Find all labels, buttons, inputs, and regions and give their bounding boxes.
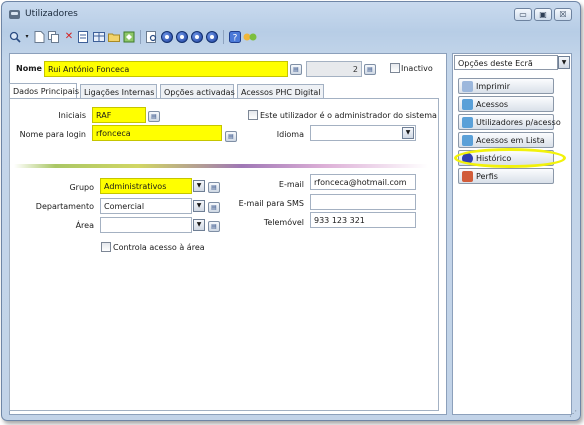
tab-ligacoes-internas[interactable]: Ligações Internas: [80, 84, 157, 99]
options-dropdown-icon[interactable]: ▼: [558, 56, 570, 69]
users-access-button[interactable]: Utilizadores p/acesso: [458, 114, 561, 130]
new-document-icon[interactable]: [32, 30, 46, 44]
name-lookup-icon[interactable]: ▤: [290, 64, 302, 75]
email-field[interactable]: rfonceca@hotmail.com: [310, 174, 416, 190]
access-list-label: Acessos em Lista: [476, 135, 545, 145]
sms-label: E-mail para SMS: [238, 199, 304, 208]
area-label: Área: [75, 221, 94, 230]
tab-panel-dados-principais: [9, 98, 439, 411]
history-highlight-ellipse: [454, 148, 566, 168]
admin-checkbox[interactable]: [248, 110, 258, 120]
users-access-icon: [462, 116, 473, 128]
refresh-icon[interactable]: [122, 30, 136, 44]
email-label: E-mail: [278, 180, 304, 189]
access-icon: [462, 98, 473, 110]
area-field[interactable]: [100, 217, 192, 233]
area-dropdown-icon[interactable]: ▼: [193, 219, 205, 231]
language-label: Idioma: [276, 130, 304, 139]
options-select[interactable]: Opções deste Ecrã: [454, 55, 558, 70]
group-field[interactable]: Administrativos: [100, 178, 192, 194]
department-lookup-icon[interactable]: ▤: [208, 202, 220, 213]
initials-field[interactable]: RAF: [92, 107, 146, 123]
department-label: Departamento: [35, 202, 94, 211]
language-dropdown-icon[interactable]: ▼: [402, 127, 414, 139]
tab-opcoes-activadas[interactable]: Opções activadas: [160, 84, 235, 99]
folder-icon[interactable]: [107, 30, 121, 44]
area-control-label: Controla acesso à área: [113, 243, 205, 252]
inactive-label: Inactivo: [401, 64, 433, 73]
initials-label: Iniciais: [58, 111, 86, 120]
preview-icon[interactable]: [145, 30, 159, 44]
utilizadores-window: Utilizadores ▭ ▣ ☒ ▾ ✕ ? Nome Rui Antóni…: [1, 1, 581, 421]
sms-email-field[interactable]: [310, 194, 416, 210]
minimize-button[interactable]: ▭: [514, 8, 532, 21]
department-field[interactable]: Comercial: [100, 198, 192, 214]
edit-icon[interactable]: [77, 30, 91, 44]
toolbar-separator: [140, 30, 141, 44]
tab-dados-principais[interactable]: Dados Principais: [9, 83, 79, 99]
exit-icon[interactable]: [243, 30, 257, 44]
profiles-label: Perfis: [476, 171, 498, 181]
tab-acessos-phc-digital[interactable]: Acessos PHC Digital: [237, 84, 324, 99]
inactive-checkbox[interactable]: [390, 63, 400, 73]
area-lookup-icon[interactable]: ▤: [208, 221, 220, 232]
mobile-label: Telemóvel: [263, 218, 304, 227]
access-list-button[interactable]: Acessos em Lista: [458, 132, 554, 148]
previous-icon[interactable]: [175, 30, 189, 44]
resize-grip[interactable]: ⋰: [569, 409, 577, 418]
copy-icon[interactable]: [47, 30, 61, 44]
initials-lookup-icon[interactable]: ▤: [148, 111, 160, 122]
language-select[interactable]: [310, 125, 416, 141]
mobile-field[interactable]: 933 123 321: [310, 212, 416, 228]
last-icon[interactable]: [205, 30, 219, 44]
options-side-panel: Opções deste Ecrã ▼ Imprimir Acessos Uti…: [452, 53, 572, 415]
next-icon[interactable]: [190, 30, 204, 44]
group-label: Grupo: [69, 183, 94, 192]
title-bar: Utilizadores ▭ ▣ ☒: [2, 2, 580, 26]
login-field[interactable]: rfonceca: [92, 125, 222, 141]
access-label: Acessos: [476, 99, 509, 109]
grid-icon[interactable]: [92, 30, 106, 44]
print-label: Imprimir: [476, 81, 511, 91]
number-lookup-icon[interactable]: ▤: [364, 64, 376, 75]
access-list-icon: [462, 134, 473, 146]
toolbar: ▾ ✕ ?: [8, 28, 257, 46]
first-icon[interactable]: [160, 30, 174, 44]
admin-label: Este utilizador é o administrador do sis…: [260, 111, 437, 120]
search-dropdown-icon[interactable]: ▾: [23, 30, 31, 44]
group-lookup-icon[interactable]: ▤: [208, 182, 220, 193]
name-label: Nome: [16, 64, 42, 73]
window-title: Utilizadores: [25, 9, 78, 19]
user-number-field[interactable]: 2: [306, 61, 362, 77]
search-icon[interactable]: [8, 30, 22, 44]
toolbar-separator: [223, 30, 224, 44]
login-lookup-icon[interactable]: ▤: [225, 131, 237, 142]
section-divider: [14, 164, 428, 168]
profiles-icon: [462, 170, 473, 182]
close-button[interactable]: ☒: [554, 8, 572, 21]
access-button[interactable]: Acessos: [458, 96, 554, 112]
department-dropdown-icon[interactable]: ▼: [193, 200, 205, 212]
profiles-button[interactable]: Perfis: [458, 168, 554, 184]
maximize-button[interactable]: ▣: [534, 8, 552, 21]
svg-text:?: ?: [233, 34, 238, 44]
print-icon: [462, 80, 473, 92]
app-icon: [9, 10, 20, 19]
users-access-label: Utilizadores p/acesso: [476, 117, 561, 127]
print-button[interactable]: Imprimir: [458, 78, 554, 94]
name-field[interactable]: Rui António Fonceca: [44, 61, 288, 77]
group-dropdown-icon[interactable]: ▼: [193, 180, 205, 192]
help-icon[interactable]: ?: [228, 30, 242, 44]
login-label: Nome para login: [19, 130, 86, 139]
area-control-checkbox[interactable]: [101, 242, 111, 252]
delete-icon[interactable]: ✕: [62, 30, 76, 44]
